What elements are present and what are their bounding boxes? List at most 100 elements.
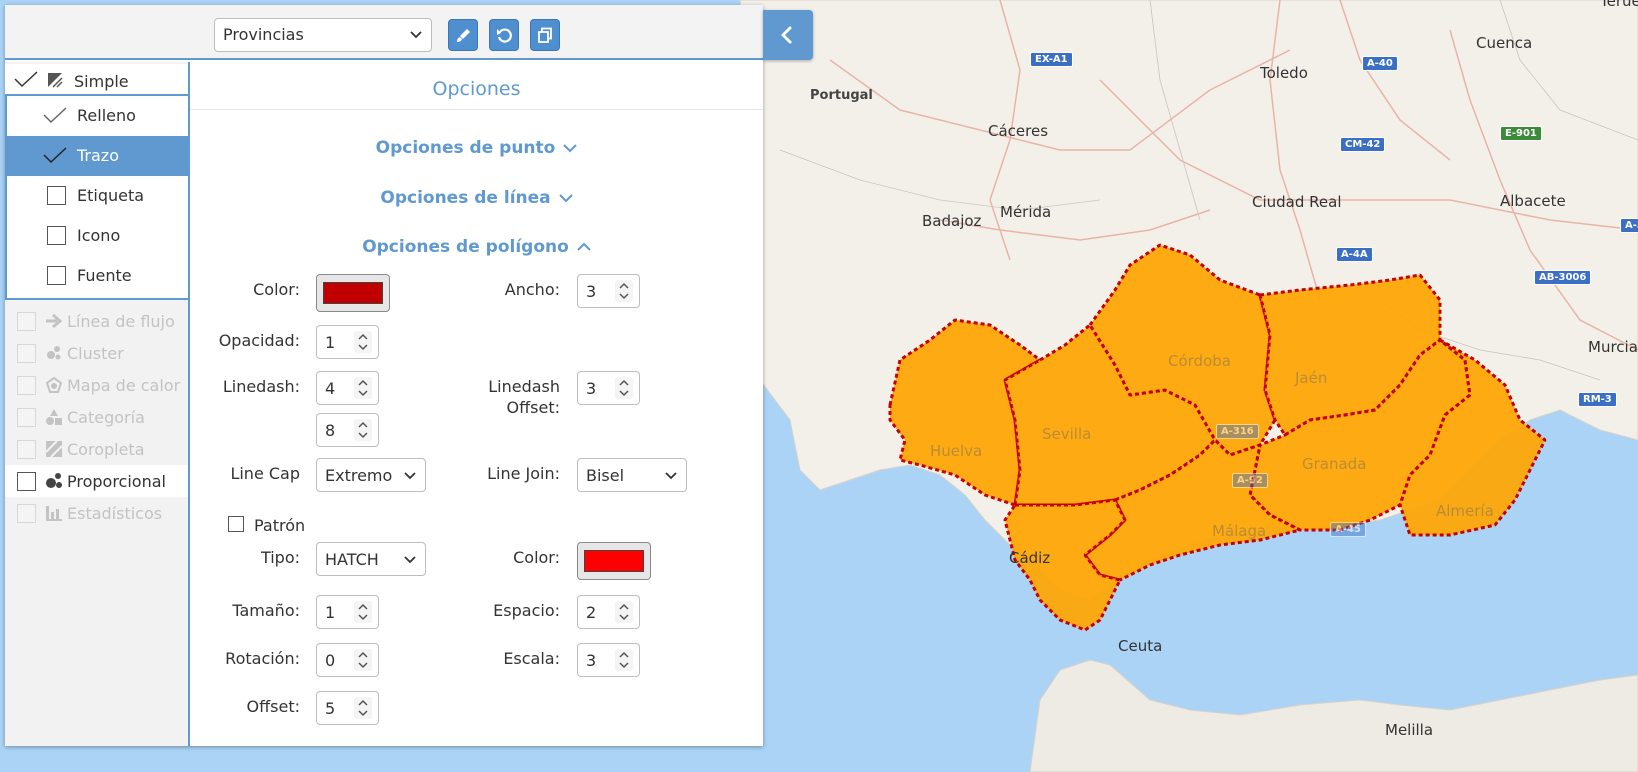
- color-label: Color:: [253, 280, 300, 299]
- spinner-icon[interactable]: [615, 601, 633, 623]
- subitem-etiqueta[interactable]: Etiqueta: [7, 176, 188, 216]
- layer-select-value: Provincias: [223, 25, 304, 44]
- map-label-portugal: Portugal: [810, 88, 873, 103]
- espacio-input[interactable]: 2: [577, 595, 640, 629]
- stroke-color-button[interactable]: [316, 274, 390, 312]
- pattern-color-button[interactable]: [577, 542, 651, 580]
- spinner-icon[interactable]: [615, 377, 633, 399]
- linedash-offset-label-line2: Offset:: [506, 398, 560, 417]
- line-join-select[interactable]: Bisel: [577, 458, 687, 492]
- spinner-icon[interactable]: [354, 331, 372, 353]
- simple-subitems: Relleno Trazo Etiqueta Icono Fuente: [5, 94, 188, 300]
- sidebar-item-categoria: Categoría: [5, 401, 188, 433]
- sidebar-item-label: Coropleta: [67, 440, 145, 459]
- style-type-sidebar: Simple Relleno Trazo Etiqueta Icono Fuen…: [5, 62, 188, 746]
- subitem-label: Fuente: [77, 266, 132, 285]
- escala-input[interactable]: 3: [577, 643, 640, 677]
- tipo-select[interactable]: HATCH: [316, 542, 426, 576]
- road-shield: A-92: [1232, 473, 1268, 488]
- map-label-teruel: Teruel: [1600, 0, 1638, 10]
- section-label: Opciones de línea: [380, 188, 551, 208]
- patron-checkbox[interactable]: [228, 516, 244, 532]
- sidebar-item-proporcional[interactable]: Proporcional: [5, 465, 188, 497]
- linedash-value-2: 8: [325, 421, 336, 440]
- style-brush-button[interactable]: [448, 19, 478, 51]
- patron-label: Patrón: [254, 516, 306, 535]
- ancho-label: Ancho:: [504, 280, 560, 299]
- section-polygon-options[interactable]: Opciones de polígono: [190, 237, 763, 257]
- sidebar-item-label: Cluster: [67, 344, 124, 363]
- road-shield: RM-3: [1578, 392, 1617, 407]
- icono-checkbox[interactable]: [47, 226, 66, 245]
- options-divider: [190, 109, 763, 110]
- map-label-jaen: Jaén: [1295, 369, 1328, 387]
- tamano-label: Tamaño:: [232, 601, 300, 620]
- escala-value: 3: [586, 651, 597, 670]
- reset-button[interactable]: [489, 19, 519, 51]
- spinner-icon[interactable]: [354, 377, 372, 399]
- linedash-input-1[interactable]: 4: [316, 371, 379, 405]
- chevron-down-icon: [563, 144, 578, 153]
- spinner-icon[interactable]: [354, 697, 372, 719]
- linedash-input-2[interactable]: 8: [316, 413, 379, 447]
- check-icon: [43, 107, 67, 124]
- options-title: Opciones: [432, 78, 521, 100]
- undo-icon: [497, 28, 512, 43]
- sidebar-item-label: Simple: [74, 72, 129, 91]
- subitem-relleno[interactable]: Relleno: [7, 96, 188, 136]
- road-shield: A-3: [1620, 218, 1638, 233]
- estadisticos-checkbox: [17, 504, 36, 523]
- map-label-caceres: Cáceres: [988, 122, 1049, 140]
- map-label-ceuta: Ceuta: [1118, 637, 1163, 655]
- spinner-icon[interactable]: [354, 601, 372, 623]
- spinner-icon[interactable]: [354, 419, 372, 441]
- collapse-panel-button[interactable]: [763, 10, 813, 60]
- sidebar-item-label: Proporcional: [67, 472, 166, 491]
- pattern-color-swatch: [584, 550, 644, 572]
- road-shield: A-4A: [1336, 247, 1373, 262]
- ancho-input[interactable]: 3: [577, 274, 640, 308]
- chevron-down-icon: [558, 194, 573, 203]
- rotacion-input[interactable]: 0: [316, 643, 379, 677]
- linedash-label: Linedash:: [222, 377, 300, 396]
- line-cap-select[interactable]: Extremo: [316, 458, 426, 492]
- sidebar-item-label: Categoría: [67, 408, 145, 427]
- spinner-icon[interactable]: [615, 649, 633, 671]
- tamano-value: 1: [325, 603, 336, 622]
- section-label: Opciones de punto: [375, 138, 556, 158]
- section-point-options[interactable]: Opciones de punto: [190, 138, 763, 158]
- subitem-trazo[interactable]: Trazo: [7, 136, 188, 176]
- espacio-value: 2: [586, 603, 597, 622]
- section-line-options[interactable]: Opciones de línea: [190, 188, 763, 208]
- subitem-fuente[interactable]: Fuente: [7, 256, 188, 296]
- sidebar-item-cluster: Cluster: [5, 337, 188, 369]
- brush-icon: [457, 29, 470, 42]
- sidebar-item-estadisticos: Estadísticos: [5, 497, 188, 529]
- sidebar-item-linea-flujo: Línea de flujo: [5, 305, 188, 337]
- spinner-icon[interactable]: [615, 280, 633, 302]
- escala-label: Escala:: [503, 649, 560, 668]
- tamano-input[interactable]: 1: [316, 595, 379, 629]
- fuente-checkbox[interactable]: [47, 266, 66, 285]
- stroke-color-swatch: [323, 282, 383, 304]
- chevron-down-icon: [404, 556, 416, 564]
- proporcional-checkbox[interactable]: [17, 472, 36, 491]
- map-label-granada: Granada: [1302, 455, 1367, 473]
- copy-style-button[interactable]: [530, 19, 560, 51]
- check-icon: [14, 71, 38, 88]
- ancho-value: 3: [586, 282, 597, 301]
- chevron-down-icon: [665, 472, 677, 480]
- sidebar-item-simple[interactable]: Simple: [5, 64, 188, 96]
- etiqueta-checkbox[interactable]: [47, 186, 66, 205]
- opacidad-value: 1: [325, 333, 336, 352]
- linedash-offset-input[interactable]: 3: [577, 371, 640, 405]
- layer-select[interactable]: Provincias: [214, 18, 432, 52]
- spinner-icon[interactable]: [354, 649, 372, 671]
- rotacion-value: 0: [325, 651, 336, 670]
- choropleth-icon: [45, 440, 63, 458]
- subitem-icono[interactable]: Icono: [7, 216, 188, 256]
- tipo-value: HATCH: [325, 550, 379, 569]
- offset-input[interactable]: 5: [316, 691, 379, 725]
- line-join-value: Bisel: [586, 466, 625, 485]
- opacidad-input[interactable]: 1: [316, 325, 379, 359]
